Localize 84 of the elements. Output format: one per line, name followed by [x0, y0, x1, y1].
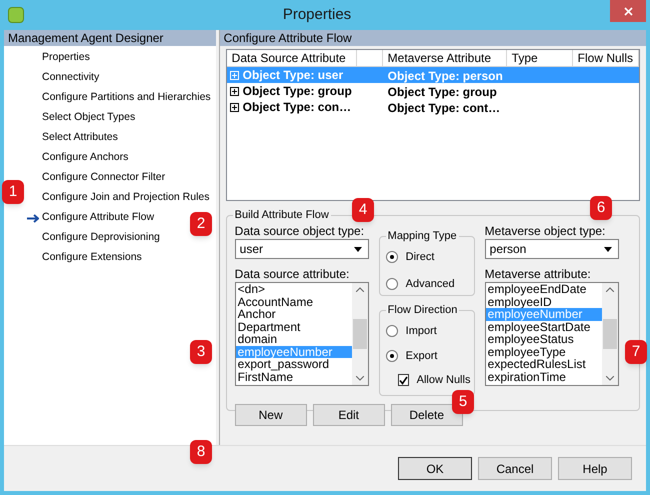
- column-header[interactable]: Metaverse Attribute: [382, 50, 507, 67]
- list-item[interactable]: domain: [236, 333, 352, 346]
- table-row[interactable]: Object Type: con… Object Type: cont…: [226, 99, 639, 115]
- scrollbar[interactable]: [352, 283, 368, 385]
- sidebar-item[interactable]: Select Attributes: [42, 130, 118, 146]
- list-item[interactable]: FirstName: [236, 370, 352, 383]
- radio-button[interactable]: [386, 278, 398, 290]
- radio-label: Direct: [406, 250, 434, 265]
- callout-badge: 7: [625, 340, 647, 364]
- list-item[interactable]: employeeType: [486, 346, 602, 358]
- sidebar-item[interactable]: Properties: [42, 50, 90, 66]
- radio-label: Export: [406, 348, 438, 364]
- expand-icon[interactable]: [230, 102, 239, 112]
- list-item[interactable]: Department: [236, 320, 352, 333]
- expand-icon[interactable]: [230, 86, 239, 96]
- sidebar-item[interactable]: Connectivity: [42, 70, 100, 86]
- table-row[interactable]: Object Type: group Object Type: group: [226, 83, 639, 99]
- scrollbar[interactable]: [602, 283, 618, 385]
- radio-button[interactable]: [386, 325, 398, 338]
- scroll-up-icon[interactable]: [606, 287, 614, 292]
- field-label: Data source attribute:: [234, 267, 350, 282]
- dialog-button[interactable]: OK: [398, 457, 472, 480]
- callout-badge: 2: [190, 212, 212, 236]
- arrow-icon: [27, 214, 39, 222]
- sidebar-item[interactable]: Configure Partitions and Hierarchies: [42, 90, 211, 106]
- column-header[interactable]: Type: [506, 50, 573, 67]
- sidebar-header: Management Agent Designer: [4, 30, 216, 46]
- list-item[interactable]: Anchor: [236, 308, 352, 320]
- action-button[interactable]: New: [234, 404, 307, 426]
- checkbox[interactable]: [398, 374, 409, 386]
- radio-label: Import: [406, 324, 437, 339]
- list-item[interactable]: export_password: [236, 358, 352, 370]
- table-cell-text: Object Type: cont…: [386, 100, 502, 115]
- column-header[interactable]: Data Source Attribute: [226, 50, 357, 67]
- action-button[interactable]: Edit: [312, 404, 385, 426]
- table-cell-text: Object Type: person: [386, 68, 504, 83]
- scroll-down-icon[interactable]: [356, 376, 364, 381]
- window-title: Properties: [282, 4, 352, 25]
- table-cell: Object Type: group: [226, 83, 383, 99]
- callout-badge: 3: [190, 340, 212, 364]
- sidebar-item[interactable]: Configure Attribute Flow: [42, 210, 154, 226]
- list-item[interactable]: employeeStartDate: [486, 320, 602, 333]
- close-icon: [624, 6, 632, 16]
- column-header[interactable]: Flow Nulls: [572, 50, 639, 67]
- sidebar-item[interactable]: Configure Join and Projection Rules: [42, 190, 210, 206]
- dialog-button[interactable]: Help: [558, 457, 632, 480]
- close-button[interactable]: [610, 0, 646, 22]
- dialog-button[interactable]: Cancel: [478, 457, 552, 480]
- panel-header: Configure Attribute Flow: [220, 30, 646, 46]
- callout-badge: 6: [590, 196, 612, 220]
- list-item[interactable]: employeeEndDate: [486, 283, 602, 296]
- radio-label: Advanced: [406, 276, 455, 292]
- sidebar-item[interactable]: Configure Connector Filter: [42, 170, 166, 186]
- dropdown[interactable]: user: [234, 239, 369, 259]
- group-title: Mapping Type: [386, 229, 459, 244]
- scroll-thumb[interactable]: [602, 319, 617, 349]
- radio-button[interactable]: [386, 251, 398, 264]
- callout-badge: 1: [2, 180, 24, 204]
- sidebar-item[interactable]: Configure Anchors: [42, 150, 128, 166]
- app-icon: [8, 7, 24, 23]
- scroll-down-icon[interactable]: [606, 376, 614, 381]
- sidebar-item[interactable]: Select Object Types: [42, 110, 136, 126]
- field-label: Metaverse attribute:: [484, 267, 592, 282]
- radio-button[interactable]: [386, 350, 398, 362]
- dropdown[interactable]: person: [484, 239, 619, 259]
- list-item[interactable]: employeeID: [486, 296, 602, 308]
- list-item[interactable]: AccountName: [236, 296, 352, 308]
- sidebar-item[interactable]: Configure Deprovisioning: [42, 230, 160, 246]
- checkbox-label: Allow Nulls: [416, 373, 470, 388]
- table-cell-text: Object Type: group: [386, 84, 498, 99]
- field-label: Data source object type:: [234, 224, 366, 239]
- callout-badge: 5: [452, 390, 474, 414]
- table-cell: Object Type: con…: [226, 99, 383, 115]
- list-item[interactable]: <dn>: [236, 283, 352, 296]
- list-item[interactable]: employeeStatus: [486, 333, 602, 346]
- list-item[interactable]: expirationTime: [486, 370, 602, 383]
- callout-badge: 8: [190, 440, 212, 464]
- sidebar-item[interactable]: Configure Extensions: [42, 250, 142, 266]
- scroll-thumb[interactable]: [352, 319, 367, 349]
- callout-badge: 4: [352, 198, 374, 222]
- table-cell: Object Type: user: [226, 67, 383, 83]
- scroll-up-icon[interactable]: [356, 287, 364, 292]
- field-label: Metaverse object type:: [484, 224, 606, 239]
- list-item[interactable]: expectedRulesList: [486, 358, 602, 370]
